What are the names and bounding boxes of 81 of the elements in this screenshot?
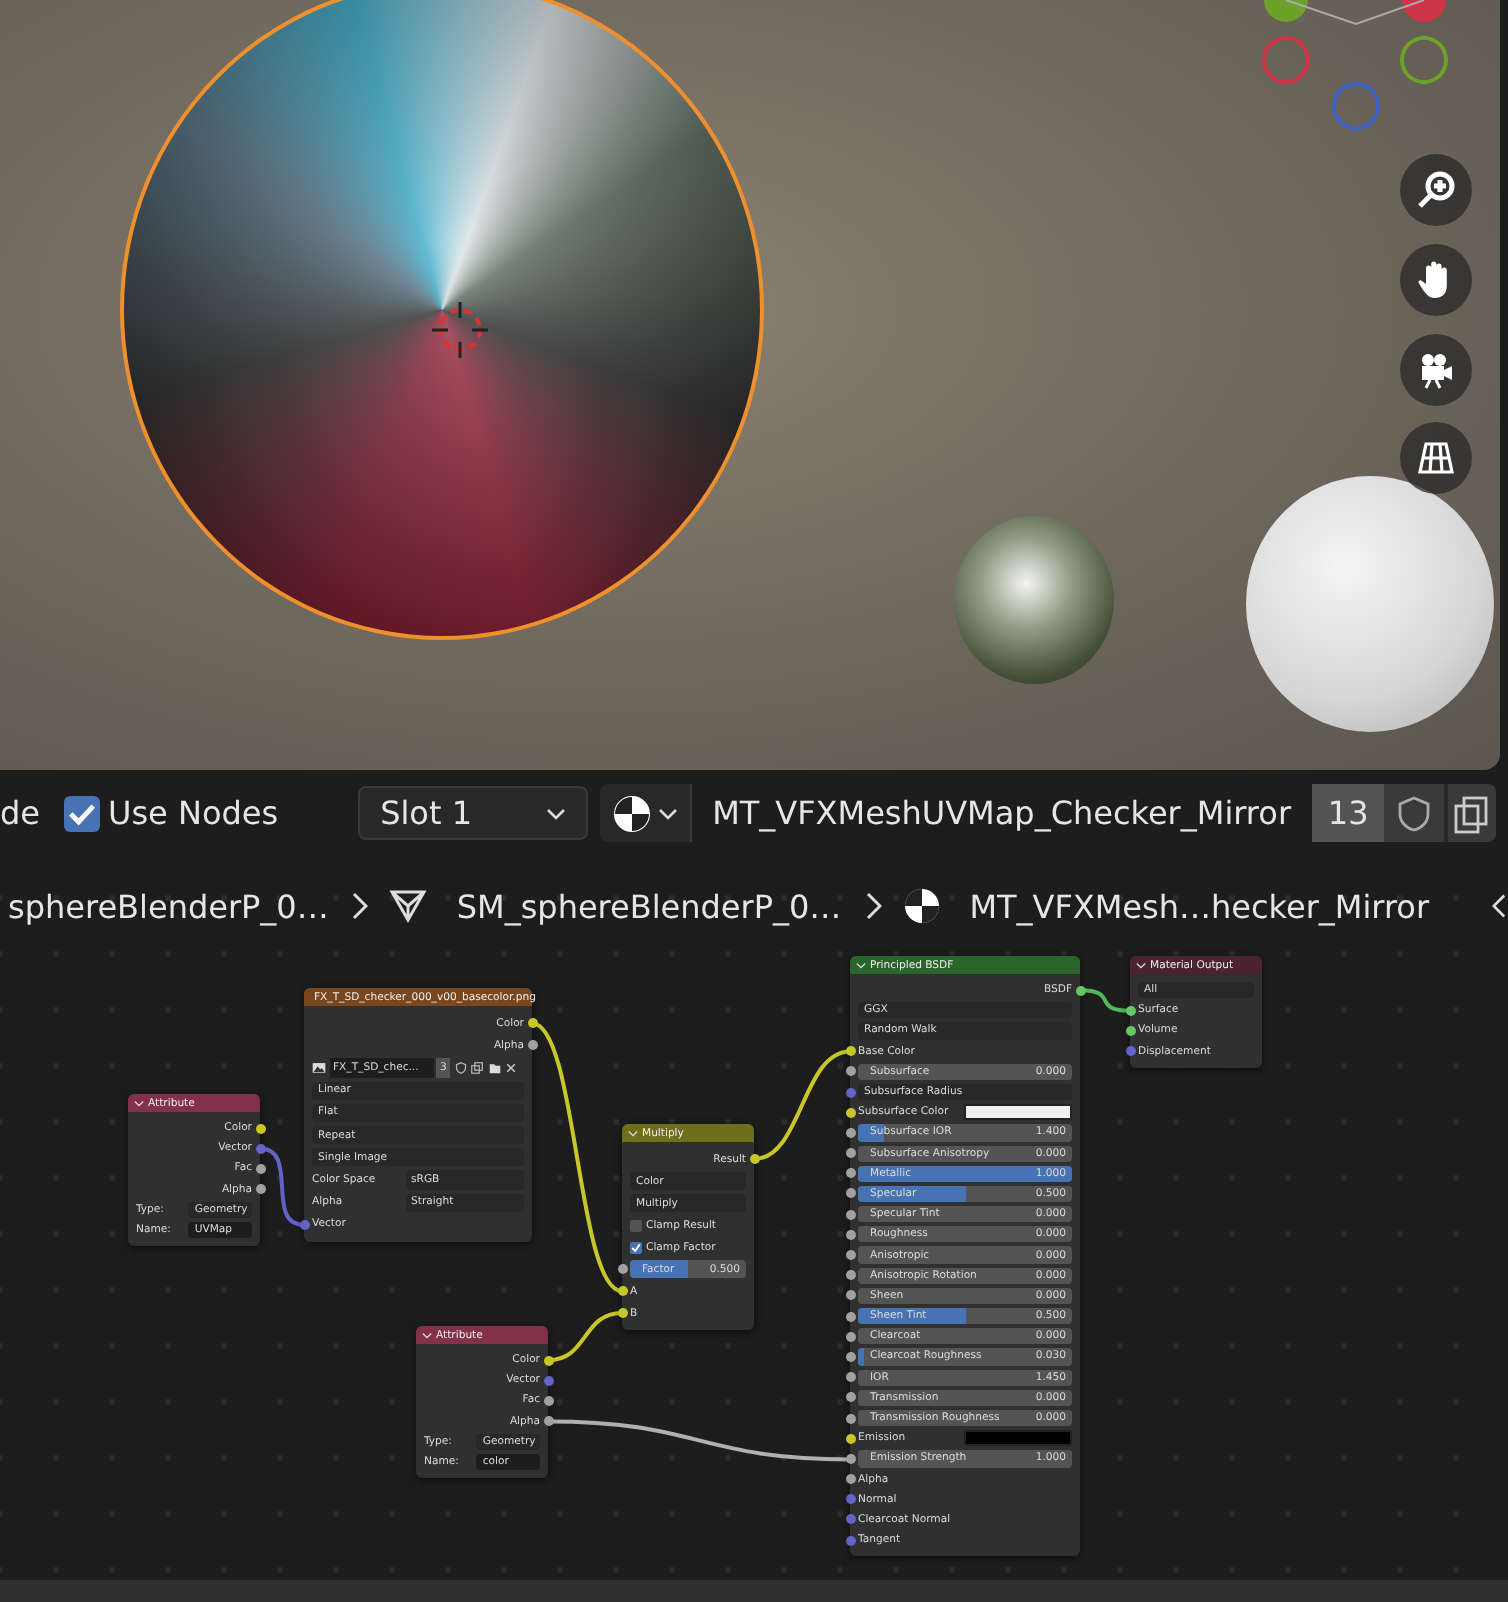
input-socket[interactable] bbox=[845, 1453, 855, 1464]
output-socket[interactable] bbox=[1075, 985, 1085, 996]
input-socket[interactable] bbox=[845, 1290, 855, 1301]
chevron-left-icon[interactable] bbox=[1492, 892, 1506, 920]
input-socket[interactable] bbox=[845, 1535, 855, 1546]
shield-icon[interactable] bbox=[1384, 784, 1445, 842]
node-panel[interactable] bbox=[850, 956, 1080, 1557]
collapse-caret-icon[interactable] bbox=[628, 1129, 638, 1137]
color-swatch[interactable] bbox=[964, 1430, 1072, 1447]
input-socket[interactable] bbox=[845, 1209, 855, 1220]
input-socket[interactable] bbox=[845, 1168, 855, 1179]
folder-icon[interactable] bbox=[487, 1061, 502, 1074]
output-socket[interactable] bbox=[255, 1123, 265, 1134]
checkbox[interactable] bbox=[630, 1241, 642, 1253]
duplicate-icon[interactable] bbox=[470, 1061, 485, 1074]
input-socket[interactable] bbox=[845, 1107, 855, 1118]
input-socket[interactable] bbox=[845, 1474, 855, 1485]
duplicate-icon[interactable] bbox=[1448, 784, 1497, 842]
close-icon[interactable] bbox=[504, 1061, 519, 1074]
input-socket[interactable] bbox=[845, 1066, 855, 1077]
shield-icon[interactable] bbox=[453, 1061, 468, 1074]
input-socket[interactable] bbox=[845, 1372, 855, 1383]
input-socket[interactable] bbox=[617, 1308, 627, 1318]
3d-cursor-icon bbox=[430, 300, 490, 360]
grid-icon[interactable] bbox=[1400, 422, 1472, 494]
material-sphere-icon bbox=[901, 886, 942, 926]
output-socket[interactable] bbox=[543, 1355, 553, 1366]
checkbox-icon[interactable] bbox=[64, 795, 100, 831]
user-count[interactable]: 13 bbox=[1312, 784, 1385, 842]
output-socket[interactable] bbox=[527, 1018, 537, 1029]
zoom-icon[interactable] bbox=[1400, 154, 1472, 226]
input-socket[interactable] bbox=[845, 1046, 855, 1057]
collapse-caret-icon[interactable] bbox=[422, 1331, 432, 1339]
collapse-caret-icon[interactable] bbox=[134, 1099, 144, 1107]
camera-icon[interactable] bbox=[1400, 334, 1472, 406]
input-socket[interactable] bbox=[845, 1188, 855, 1199]
input-socket[interactable] bbox=[845, 1494, 855, 1505]
mesh-triangle-icon bbox=[388, 886, 429, 926]
input-socket[interactable] bbox=[1125, 1025, 1135, 1036]
breadcrumb-item[interactable]: sphereBlenderP_0… bbox=[8, 887, 329, 925]
input-socket[interactable] bbox=[845, 1087, 855, 1098]
input-socket[interactable] bbox=[845, 1229, 855, 1240]
mode-label: de bbox=[0, 794, 42, 832]
chevron-icon bbox=[546, 807, 567, 819]
use-nodes-checkbox[interactable]: Use Nodes bbox=[64, 794, 279, 832]
output-socket[interactable] bbox=[255, 1163, 265, 1174]
output-socket[interactable] bbox=[543, 1395, 553, 1406]
input-socket[interactable] bbox=[845, 1270, 855, 1281]
output-socket[interactable] bbox=[543, 1416, 553, 1427]
material-sphere-icon bbox=[612, 793, 653, 833]
input-socket[interactable] bbox=[845, 1392, 855, 1403]
input-socket[interactable] bbox=[845, 1433, 855, 1444]
input-socket[interactable] bbox=[1125, 1046, 1135, 1057]
output-socket[interactable] bbox=[527, 1040, 537, 1051]
input-socket[interactable] bbox=[845, 1351, 855, 1362]
input-socket[interactable] bbox=[845, 1250, 855, 1261]
slot-dropdown[interactable]: Slot 1 bbox=[358, 786, 589, 840]
chevron-right-icon bbox=[865, 892, 882, 920]
input-socket[interactable] bbox=[617, 1286, 627, 1296]
input-socket[interactable] bbox=[845, 1331, 855, 1342]
collapse-caret-icon[interactable] bbox=[856, 961, 866, 969]
input-socket[interactable] bbox=[299, 1219, 309, 1230]
image-icon[interactable] bbox=[312, 1061, 326, 1074]
chevron-icon bbox=[658, 807, 679, 819]
hand-icon[interactable] bbox=[1400, 244, 1472, 316]
collapse-caret-icon[interactable] bbox=[1136, 961, 1146, 969]
input-socket[interactable] bbox=[845, 1413, 855, 1424]
input-socket[interactable] bbox=[845, 1514, 855, 1525]
input-socket[interactable] bbox=[845, 1148, 855, 1159]
input-socket[interactable] bbox=[617, 1264, 627, 1274]
checkbox[interactable] bbox=[630, 1219, 642, 1231]
input-socket[interactable] bbox=[845, 1311, 855, 1322]
breadcrumb-item[interactable]: SM_sphereBlenderP_0… bbox=[456, 887, 842, 925]
breadcrumb-item[interactable]: MT_VFXMesh…hecker_Mirror bbox=[969, 887, 1430, 925]
input-socket[interactable] bbox=[845, 1127, 855, 1138]
output-socket[interactable] bbox=[749, 1154, 759, 1164]
chevron-right-icon bbox=[352, 892, 369, 920]
input-socket[interactable] bbox=[1125, 1005, 1135, 1016]
material-name-field[interactable]: MT_VFXMeshUVMap_Checker_Mirror bbox=[692, 784, 1313, 842]
color-swatch[interactable] bbox=[964, 1104, 1072, 1121]
output-socket[interactable] bbox=[255, 1184, 265, 1195]
